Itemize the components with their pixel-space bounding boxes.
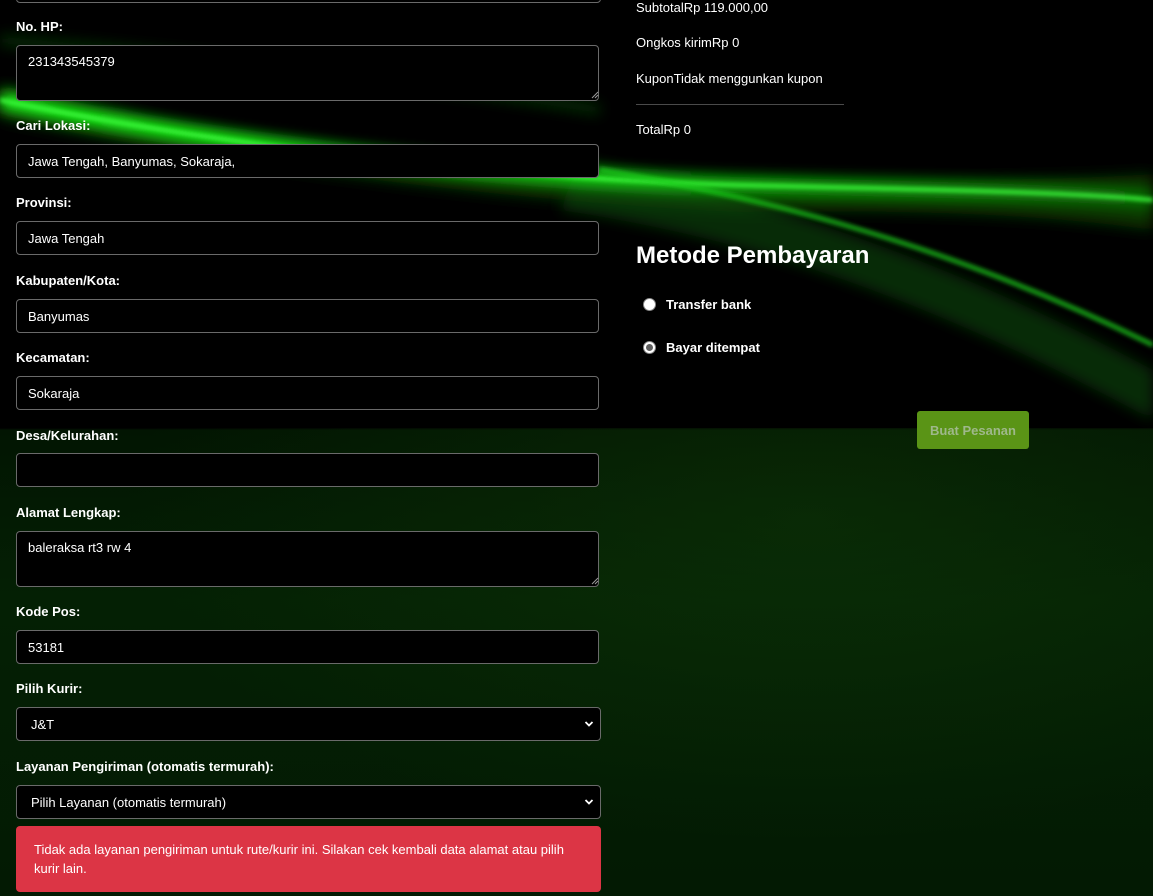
radio-button[interactable] (643, 298, 656, 311)
subtotal-row: SubtotalRp 119.000,00 (636, 0, 769, 15)
province-input[interactable] (16, 221, 599, 255)
province-label: Provinsi: (16, 195, 72, 210)
district-label: Kecamatan: (16, 350, 90, 365)
postal-code-label: Kode Pos: (16, 604, 81, 619)
phone-label: No. HP: (16, 19, 63, 34)
courier-label: Pilih Kurir: (16, 681, 83, 696)
shipping-error-alert: Tidak ada layanan pengiriman untuk rute/… (16, 826, 601, 892)
courier-select[interactable]: J&T (16, 707, 601, 741)
courier-selected-value: J&T (31, 717, 55, 732)
address-field[interactable]: baleraksa rt3 rw 4 (16, 531, 599, 587)
payment-method-heading: Metode Pembayaran (636, 242, 870, 269)
shipping-service-selected-value: Pilih Layanan (otomatis termurah) (31, 795, 227, 810)
summary-divider (636, 104, 844, 105)
search-location-label: Cari Lokasi: (16, 118, 91, 133)
postal-code-input[interactable] (16, 630, 599, 664)
checkout-page: No. HP: 231343545379 Cari Lokasi: Provin… (0, 0, 1153, 896)
payment-option-label: Bayar ditempat (666, 340, 760, 355)
village-input[interactable] (16, 453, 599, 487)
shipping-service-label: Layanan Pengiriman (otomatis termurah): (16, 759, 274, 774)
shipping-cost-row: Ongkos kirimRp 0 (636, 35, 740, 50)
radio-button-checked[interactable] (643, 341, 656, 354)
city-input[interactable] (16, 299, 599, 333)
payment-option-label: Transfer bank (666, 297, 752, 312)
phone-field[interactable]: 231343545379 (16, 45, 599, 101)
village-label: Desa/Kelurahan: (16, 428, 119, 443)
total-row: TotalRp 0 (636, 122, 691, 137)
place-order-button[interactable]: Buat Pesanan (917, 411, 1029, 449)
coupon-row: KuponTidak menggunkan kupon (636, 71, 823, 86)
district-input[interactable] (16, 376, 599, 410)
address-label: Alamat Lengkap: (16, 505, 121, 520)
city-label: Kabupaten/Kota: (16, 273, 120, 288)
search-location-input[interactable] (16, 144, 599, 178)
shipping-service-select[interactable]: Pilih Layanan (otomatis termurah) (16, 785, 601, 819)
chevron-down-icon (584, 721, 594, 727)
previous-field-edge (16, 0, 601, 3)
chevron-down-icon (584, 799, 594, 805)
